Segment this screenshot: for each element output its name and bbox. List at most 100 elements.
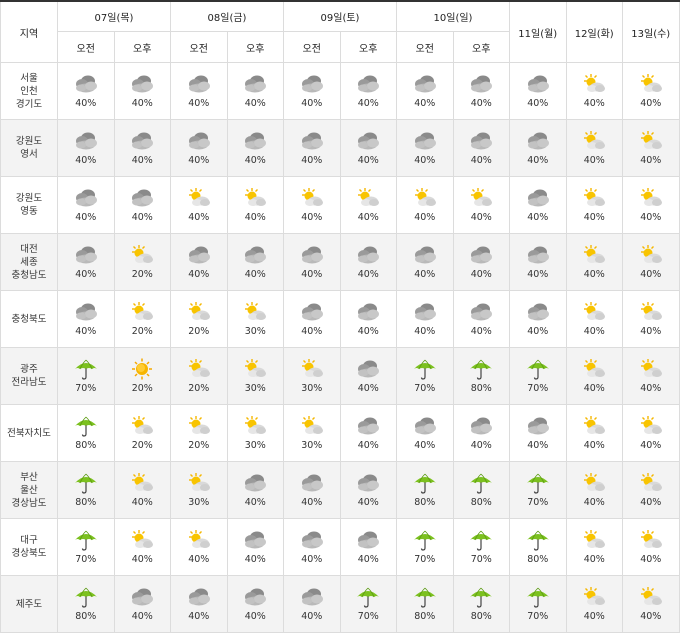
forecast-cell: 40% xyxy=(509,233,567,291)
precipitation-probability: 20% xyxy=(131,269,153,280)
region-name-line: 강원도 xyxy=(15,136,43,147)
sun-cloud-icon xyxy=(129,529,155,551)
region-name-line: 강원도 xyxy=(15,193,43,204)
precipitation-probability: 40% xyxy=(527,155,549,166)
region-row: 서울 인천 경기도 40% 40% 40% 40% 40% 40% 40% 40% 40% 40% 40% xyxy=(0,62,680,120)
cloud-icon xyxy=(468,415,494,437)
umbrella-icon xyxy=(525,472,551,494)
forecast-cell: 40% xyxy=(113,176,171,234)
precipitation-probability: 70% xyxy=(414,554,436,565)
precipitation-probability: 40% xyxy=(244,554,266,565)
cloud-icon xyxy=(242,472,268,494)
sun-cloud-icon xyxy=(242,301,268,323)
cloud-icon xyxy=(129,187,155,209)
region-name-line: 전라남도 xyxy=(11,377,47,388)
precipitation-probability: 40% xyxy=(470,269,492,280)
forecast-cell: 40% xyxy=(396,62,454,120)
cloud-icon xyxy=(73,301,99,323)
precipitation-probability: 40% xyxy=(244,611,266,622)
umbrella-icon xyxy=(73,529,99,551)
umbrella-icon xyxy=(468,358,494,380)
precipitation-probability: 40% xyxy=(640,155,662,166)
precipitation-probability: 40% xyxy=(470,440,492,451)
precipitation-probability: 40% xyxy=(131,611,153,622)
forecast-cell: 40% xyxy=(452,290,510,348)
precipitation-probability: 20% xyxy=(131,383,153,394)
precipitation-probability: 40% xyxy=(640,212,662,223)
region-row: 강원도 영서 40% 40% 40% 40% 40% 40% 40% 40% 40% 40% 40% xyxy=(0,119,680,177)
forecast-cell: 40% xyxy=(57,290,115,348)
precipitation-probability: 40% xyxy=(527,98,549,109)
precipitation-probability: 40% xyxy=(301,269,323,280)
forecast-cell: 40% xyxy=(339,461,397,519)
am-header: 오전 xyxy=(170,31,228,63)
region-name: 강원도 영서 xyxy=(0,119,58,177)
sun-cloud-icon xyxy=(581,529,607,551)
precipitation-probability: 20% xyxy=(188,326,210,337)
forecast-cell: 40% xyxy=(113,119,171,177)
precipitation-probability: 40% xyxy=(640,383,662,394)
forecast-cell: 40% xyxy=(113,461,171,519)
precipitation-probability: 70% xyxy=(527,497,549,508)
precipitation-probability: 70% xyxy=(75,383,97,394)
region-name-line: 세종 xyxy=(20,256,38,268)
precipitation-probability: 80% xyxy=(75,440,97,451)
cloud-icon xyxy=(186,244,212,266)
pm-header: 오후 xyxy=(113,31,171,63)
cloud-icon xyxy=(412,301,438,323)
precipitation-probability: 40% xyxy=(131,554,153,565)
sun-cloud-icon xyxy=(581,586,607,608)
pm-header: 오후 xyxy=(339,31,397,63)
cloud-icon xyxy=(468,130,494,152)
forecast-cell: 40% xyxy=(565,518,623,576)
precipitation-probability: 40% xyxy=(583,269,605,280)
precipitation-probability: 40% xyxy=(357,383,379,394)
region-name-line: 대전 xyxy=(20,243,38,255)
cloud-icon xyxy=(299,301,325,323)
region-name-line: 충청남도 xyxy=(11,269,47,281)
region-name-line: 대구 xyxy=(20,535,38,546)
precipitation-probability: 30% xyxy=(244,326,266,337)
sun-cloud-icon xyxy=(638,529,664,551)
forecast-cell: 40% xyxy=(509,290,567,348)
precipitation-probability: 40% xyxy=(131,98,153,109)
region-row: 부산 울산 경상남도 80% 40% 30% 40% 40% 40% 80% 80% 70% 40% 40… xyxy=(0,461,680,519)
forecast-cell: 40% xyxy=(170,62,228,120)
precipitation-probability: 40% xyxy=(301,212,323,223)
umbrella-icon xyxy=(412,358,438,380)
forecast-cell: 40% xyxy=(622,575,680,633)
sun-cloud-icon xyxy=(186,472,212,494)
forecast-cell: 20% xyxy=(113,404,171,462)
cloud-icon xyxy=(186,130,212,152)
precipitation-probability: 40% xyxy=(414,212,436,223)
cloud-icon xyxy=(355,301,381,323)
cloud-icon xyxy=(355,415,381,437)
cloud-icon xyxy=(525,244,551,266)
umbrella-icon xyxy=(412,529,438,551)
precipitation-probability: 40% xyxy=(640,611,662,622)
forecast-cell: 20% xyxy=(170,290,228,348)
sun-cloud-icon xyxy=(581,301,607,323)
precipitation-probability: 40% xyxy=(583,611,605,622)
cloud-icon xyxy=(242,73,268,95)
region-name-line: 경상북도 xyxy=(11,548,47,559)
cloud-icon xyxy=(73,73,99,95)
region-name-line: 영동 xyxy=(20,206,38,217)
forecast-cell: 40% xyxy=(170,233,228,291)
precipitation-probability: 40% xyxy=(301,554,323,565)
forecast-cell: 40% xyxy=(339,404,397,462)
forecast-cell: 40% xyxy=(226,461,284,519)
precipitation-probability: 40% xyxy=(131,155,153,166)
forecast-cell: 30% xyxy=(170,461,228,519)
region-row: 광주 전라남도 70% 20% 20% 30% 30% 40% 70% 80% 70% 40% 40% xyxy=(0,347,680,405)
forecast-cell: 20% xyxy=(113,290,171,348)
precipitation-probability: 40% xyxy=(527,326,549,337)
forecast-cell: 40% xyxy=(283,575,341,633)
sun-cloud-icon xyxy=(638,244,664,266)
forecast-cell: 40% xyxy=(622,518,680,576)
forecast-cell: 40% xyxy=(57,62,115,120)
forecast-cell: 30% xyxy=(226,404,284,462)
forecast-cell: 40% xyxy=(622,62,680,120)
precipitation-probability: 40% xyxy=(244,98,266,109)
sun-cloud-icon xyxy=(186,415,212,437)
